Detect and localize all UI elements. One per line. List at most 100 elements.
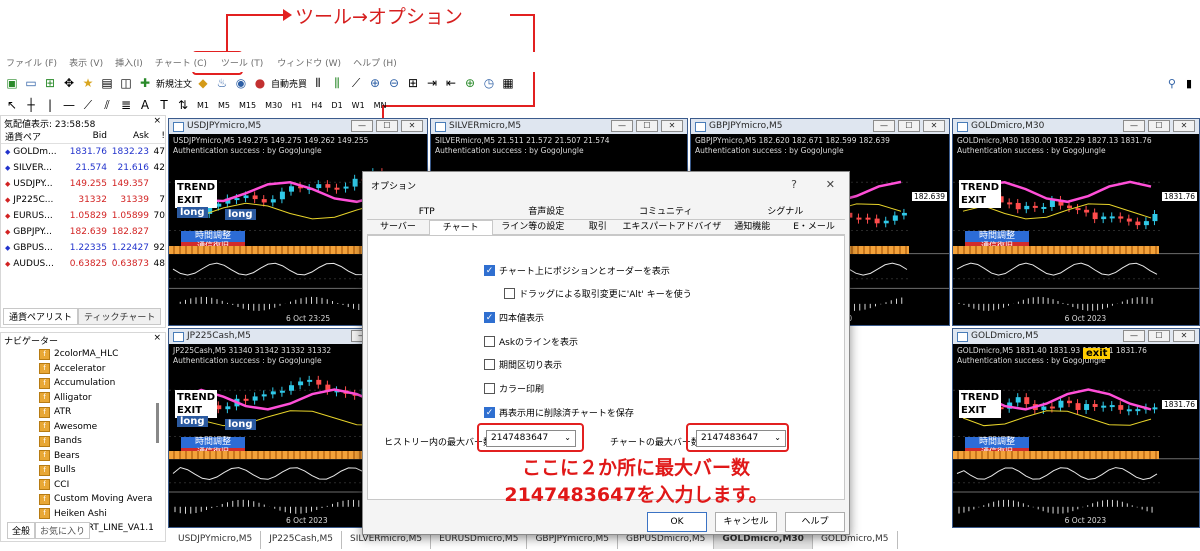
column-ask[interactable]: Ask bbox=[107, 131, 149, 141]
tab-favorites[interactable]: お気に入り bbox=[35, 522, 91, 539]
close-icon[interactable]: ✕ bbox=[923, 120, 945, 132]
profiles-icon[interactable]: ▭ bbox=[23, 75, 39, 91]
maximize-icon[interactable]: ☐ bbox=[898, 120, 920, 132]
signals-icon[interactable]: ♨ bbox=[214, 75, 230, 91]
chart-titlebar[interactable]: GOLDmicro,M5 — ☐ ✕ bbox=[953, 329, 1199, 344]
minimize-icon[interactable]: — bbox=[611, 120, 633, 132]
checkbox[interactable] bbox=[484, 336, 495, 347]
zoom-out-icon[interactable]: ⊖ bbox=[386, 75, 402, 91]
new-order-icon[interactable]: ✚ bbox=[137, 75, 153, 91]
minimize-icon[interactable]: — bbox=[873, 120, 895, 132]
time-adjust-button[interactable]: 時間調整 bbox=[181, 436, 245, 448]
tab-symbols[interactable]: 通貨ペアリスト bbox=[3, 308, 79, 325]
menu-insert[interactable]: 挿入(I) bbox=[109, 56, 149, 69]
maximize-icon[interactable]: ☐ bbox=[1148, 120, 1170, 132]
timeframe-w1[interactable]: W1 bbox=[349, 101, 368, 110]
checkbox[interactable] bbox=[484, 383, 495, 394]
chart-titlebar[interactable]: SILVERmicro,M5 — ☐ ✕ bbox=[431, 119, 687, 134]
close-icon[interactable]: ✕ bbox=[826, 178, 835, 191]
auto-trade-icon[interactable]: ● bbox=[252, 75, 268, 91]
table-row[interactable]: ◆ EURUS... 1.05829 1.05899 70 bbox=[1, 208, 165, 224]
time-adjust-button[interactable]: 時間調整 bbox=[965, 436, 1029, 448]
timeframe-m5[interactable]: M5 bbox=[215, 101, 233, 110]
cancel-button[interactable]: キャンセル bbox=[715, 512, 777, 532]
timeframe-mn[interactable]: MN bbox=[371, 101, 390, 110]
navigator-item[interactable]: f Bands bbox=[1, 434, 165, 449]
market-icon[interactable]: ◉ bbox=[233, 75, 249, 91]
tab-ftp[interactable]: FTP bbox=[367, 205, 487, 220]
horizontal-line-icon[interactable]: — bbox=[61, 97, 77, 113]
line-chart-icon[interactable]: ⟋ bbox=[348, 75, 364, 91]
timeframe-h4[interactable]: H4 bbox=[308, 101, 325, 110]
chart-titlebar[interactable]: USDJPYmicro,M5 — ☐ ✕ bbox=[169, 119, 427, 134]
vertical-line-icon[interactable]: | bbox=[42, 97, 58, 113]
checkbox[interactable]: ✓ bbox=[484, 407, 495, 418]
tab-trade[interactable]: 取引 bbox=[572, 220, 623, 235]
search-icon[interactable]: ⚲ bbox=[1168, 77, 1176, 90]
chart-window[interactable]: GOLDmicro,M5 — ☐ ✕ GOLDmicro,M5 1831.40 1831… bbox=[952, 328, 1200, 528]
crosshair-icon[interactable]: ┼ bbox=[23, 97, 39, 113]
new-order-button[interactable]: 新規注文 bbox=[156, 77, 192, 90]
chart-body[interactable]: GOLDmicro,M30 1830.00 1832.29 1827.13 18… bbox=[953, 134, 1199, 325]
minimize-icon[interactable]: — bbox=[1123, 330, 1145, 342]
strategy-tester-icon[interactable]: ◫ bbox=[118, 75, 134, 91]
help-icon[interactable]: ? bbox=[791, 178, 797, 191]
checkbox[interactable]: ✓ bbox=[484, 312, 495, 323]
time-adjust-button[interactable]: 時間調整 bbox=[965, 230, 1029, 242]
equidistant-channel-icon[interactable]: ⫽ bbox=[99, 97, 115, 113]
timeframe-m30[interactable]: M30 bbox=[262, 101, 285, 110]
menu-view[interactable]: 表示 (V) bbox=[63, 56, 109, 69]
timeframe-m1[interactable]: M1 bbox=[194, 101, 212, 110]
period-separators-row[interactable]: 期間区切り表示 bbox=[484, 358, 562, 371]
terminal-icon[interactable]: ▤ bbox=[99, 75, 115, 91]
navigator-scrollbar[interactable] bbox=[156, 403, 159, 443]
close-icon[interactable]: ✕ bbox=[661, 120, 683, 132]
menu-tools[interactable]: ツール (T) bbox=[213, 56, 271, 69]
tile-windows-icon[interactable]: ⊞ bbox=[405, 75, 421, 91]
color-print-row[interactable]: カラー印刷 bbox=[484, 382, 544, 395]
chart-tab[interactable]: JP225Cash,M5 bbox=[261, 531, 343, 549]
navigator-item[interactable]: f Alligator bbox=[1, 391, 165, 406]
text-label-icon[interactable]: T bbox=[156, 97, 172, 113]
show-trade-levels-row[interactable]: ✓ チャート上にポジションとオーダーを表示 bbox=[484, 264, 670, 277]
community-icon[interactable]: ▮ bbox=[1186, 77, 1192, 90]
trendline-icon[interactable]: ⟋ bbox=[80, 97, 96, 113]
menu-help[interactable]: ヘルプ (H) bbox=[347, 56, 403, 69]
new-chart-icon[interactable]: ▣ bbox=[4, 75, 20, 91]
tab-sound[interactable]: 音声設定 bbox=[486, 205, 606, 220]
tab-community[interactable]: コミュニティ bbox=[606, 205, 726, 220]
tab-expert-advisors[interactable]: エキスパートアドバイザ bbox=[622, 220, 722, 235]
timeframe-h1[interactable]: H1 bbox=[288, 101, 305, 110]
navigator-item[interactable]: f 2colorMA_HLC bbox=[1, 347, 165, 362]
show-ask-line-row[interactable]: Askのラインを表示 bbox=[484, 335, 578, 348]
tab-signals[interactable]: シグナル bbox=[725, 205, 845, 220]
navigator-item[interactable]: f Awesome bbox=[1, 420, 165, 435]
bar-chart-icon[interactable]: ⫴ bbox=[310, 75, 326, 91]
help-button[interactable]: ヘルプ bbox=[785, 512, 845, 532]
time-adjust-button[interactable]: 時間調整 bbox=[181, 230, 245, 242]
close-icon[interactable]: × bbox=[153, 116, 161, 126]
tab-common[interactable]: 全般 bbox=[7, 522, 36, 539]
close-icon[interactable]: ✕ bbox=[1173, 120, 1195, 132]
navigator-item[interactable]: f Custom Moving Avera bbox=[1, 492, 165, 507]
close-icon[interactable]: ✕ bbox=[401, 120, 423, 132]
table-row[interactable]: ◆ GBPUS... 1.22335 1.22427 92 bbox=[1, 240, 165, 256]
templates-icon[interactable]: ▦ bbox=[500, 75, 516, 91]
tab-notifications[interactable]: 通知機能 bbox=[721, 220, 784, 235]
auto-trade-button[interactable]: 自動売買 bbox=[271, 77, 307, 90]
minimize-icon[interactable]: — bbox=[1123, 120, 1145, 132]
chart-body[interactable]: GOLDmicro,M5 1831.40 1831.93 1831.11 183… bbox=[953, 344, 1199, 527]
table-row[interactable]: ◆ USDJPY... 149.255 149.357 bbox=[1, 176, 165, 192]
navigator-icon[interactable]: ★ bbox=[80, 75, 96, 91]
checkbox[interactable] bbox=[484, 359, 495, 370]
ok-button[interactable]: OK bbox=[647, 512, 707, 532]
save-deleted-charts-row[interactable]: ✓ 再表示用に削除済チャートを保存 bbox=[484, 406, 634, 419]
maximize-icon[interactable]: ☐ bbox=[376, 120, 398, 132]
column-symbol[interactable]: 通貨ペア bbox=[5, 130, 65, 143]
candlestick-icon[interactable]: ⫼ bbox=[329, 75, 345, 91]
cursor-icon[interactable]: ↖ bbox=[4, 97, 20, 113]
close-icon[interactable]: ✕ bbox=[1173, 330, 1195, 342]
fibonacci-icon[interactable]: ≣ bbox=[118, 97, 134, 113]
menu-window[interactable]: ウィンドウ (W) bbox=[271, 56, 347, 69]
zoom-in-icon[interactable]: ⊕ bbox=[367, 75, 383, 91]
